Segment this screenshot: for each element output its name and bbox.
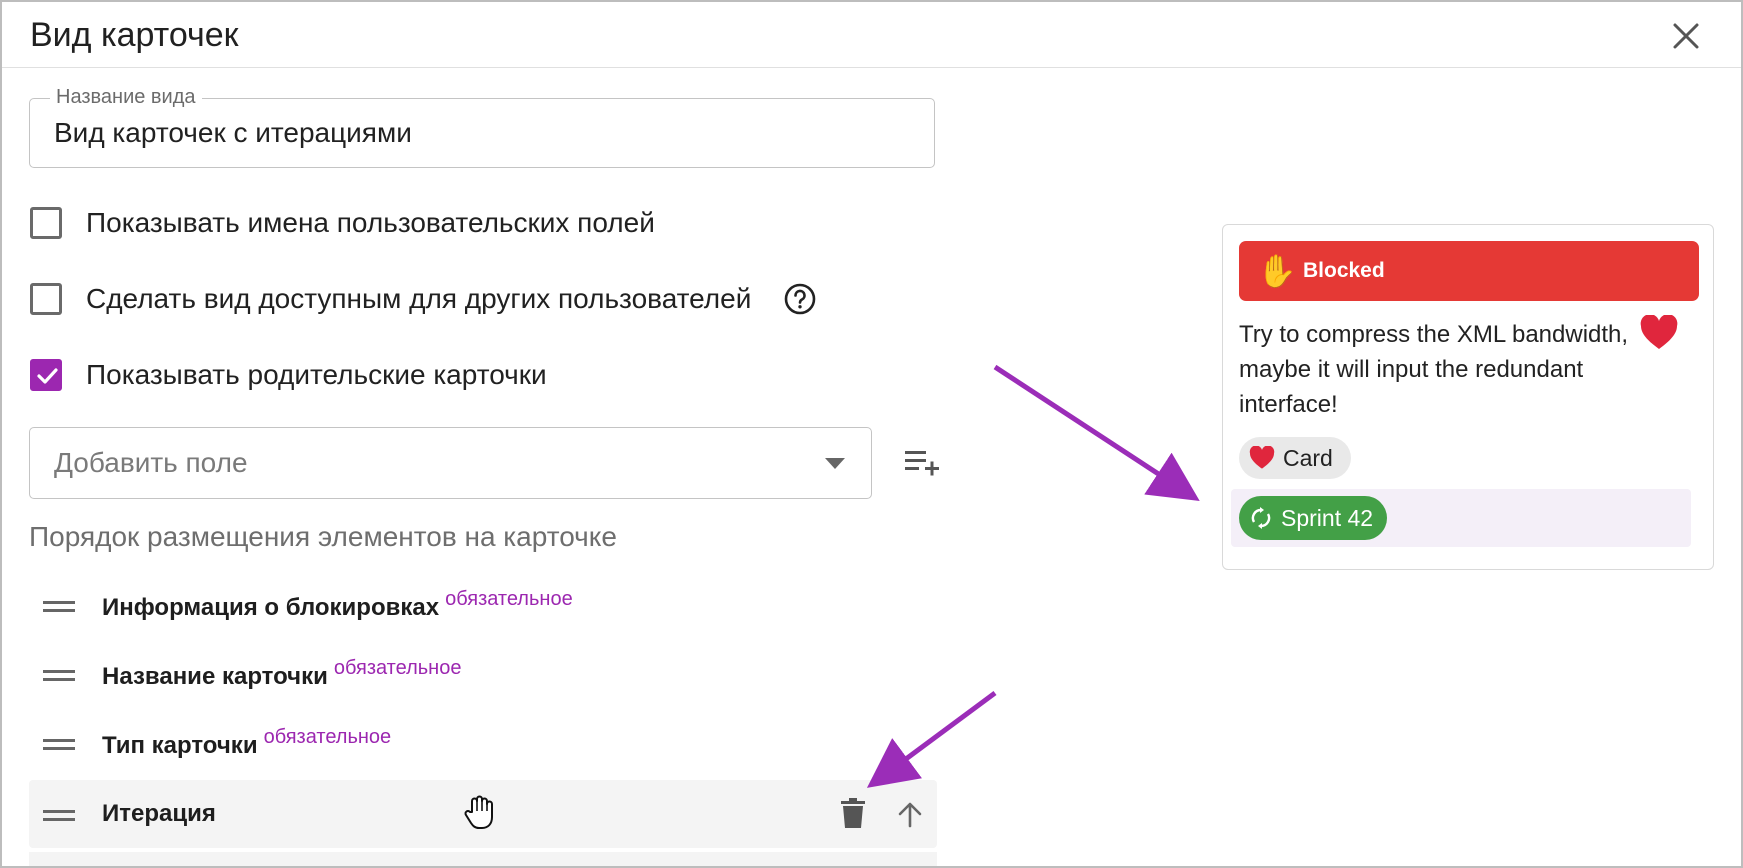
- playlist-add-icon[interactable]: [903, 448, 941, 478]
- next-order-item-partial: [29, 852, 937, 866]
- iteration-row: Sprint 42: [1231, 489, 1691, 547]
- card-title: Try to compress the XML bandwidth, maybe…: [1239, 321, 1629, 418]
- order-item-blocking-info[interactable]: Информация о блокировках обязательное: [29, 571, 937, 639]
- drag-handle-icon[interactable]: [43, 601, 75, 613]
- show-parent-cards-label: Показывать родительские карточки: [86, 359, 547, 390]
- required-badge: обязательное: [263, 726, 392, 748]
- share-view-label: Сделать вид доступным для других пользов…: [86, 283, 752, 314]
- share-view-row[interactable]: Сделать вид доступным для других пользов…: [30, 279, 817, 319]
- delete-icon[interactable]: [841, 798, 865, 828]
- dialog-title: Вид карточек: [30, 16, 239, 54]
- blocked-label: Blocked: [1303, 259, 1385, 282]
- add-field-placeholder: Добавить поле: [54, 447, 248, 478]
- drag-handle-icon[interactable]: [43, 739, 75, 751]
- add-field-select[interactable]: Добавить поле: [29, 427, 872, 499]
- drag-handle-icon[interactable]: [43, 810, 75, 822]
- show-parent-cards-checkbox[interactable]: [30, 359, 62, 391]
- card-preview: ✋ Blocked Try to compress the XML bandwi…: [1222, 224, 1714, 570]
- hand-cursor-icon: [464, 795, 493, 829]
- sprint-chip: Sprint 42: [1239, 496, 1388, 540]
- required-badge: обязательное: [445, 588, 573, 610]
- order-item-iteration[interactable]: Итерация: [29, 780, 937, 848]
- order-item-label: Итерация: [102, 800, 216, 827]
- heart-icon: [1249, 446, 1275, 469]
- required-badge: обязательное: [333, 657, 462, 679]
- sprint-label: Sprint 42: [1281, 504, 1374, 531]
- order-item-card-name[interactable]: Название карточки обязательное: [29, 640, 937, 708]
- card-type-chip: Card: [1239, 437, 1351, 479]
- show-parent-cards-row[interactable]: Показывать родительские карточки: [30, 355, 547, 395]
- order-item-label: Тип карточки обязательное: [102, 726, 392, 759]
- order-item-label: Название карточки обязательное: [102, 657, 462, 690]
- show-custom-field-names-checkbox[interactable]: [30, 207, 62, 239]
- dialog-header: Вид карточек: [2, 2, 1741, 68]
- raised-hand-icon: ✋: [1257, 253, 1297, 289]
- caret-down-icon: [825, 458, 845, 469]
- sync-icon: [1251, 507, 1271, 529]
- show-custom-field-names-row[interactable]: Показывать имена пользовательских полей: [30, 203, 655, 243]
- drag-handle-icon[interactable]: [43, 670, 75, 682]
- share-view-checkbox[interactable]: [30, 283, 62, 315]
- blocked-banner: ✋ Blocked: [1239, 241, 1699, 301]
- view-name-field[interactable]: Название вида: [29, 86, 935, 168]
- view-name-input[interactable]: [54, 113, 904, 153]
- order-item-label: Информация о блокировках обязательное: [102, 588, 573, 621]
- order-section-title: Порядок размещения элементов на карточке: [29, 521, 617, 552]
- card-type-label: Card: [1283, 444, 1333, 471]
- view-name-label: Название вида: [50, 86, 202, 109]
- arrow-up-icon[interactable]: [896, 800, 924, 828]
- close-icon[interactable]: [1668, 18, 1704, 54]
- heart-icon[interactable]: [1640, 315, 1678, 351]
- help-circle-icon[interactable]: [783, 282, 817, 316]
- show-custom-field-names-label: Показывать имена пользовательских полей: [86, 207, 655, 238]
- order-item-card-type[interactable]: Тип карточки обязательное: [29, 709, 937, 777]
